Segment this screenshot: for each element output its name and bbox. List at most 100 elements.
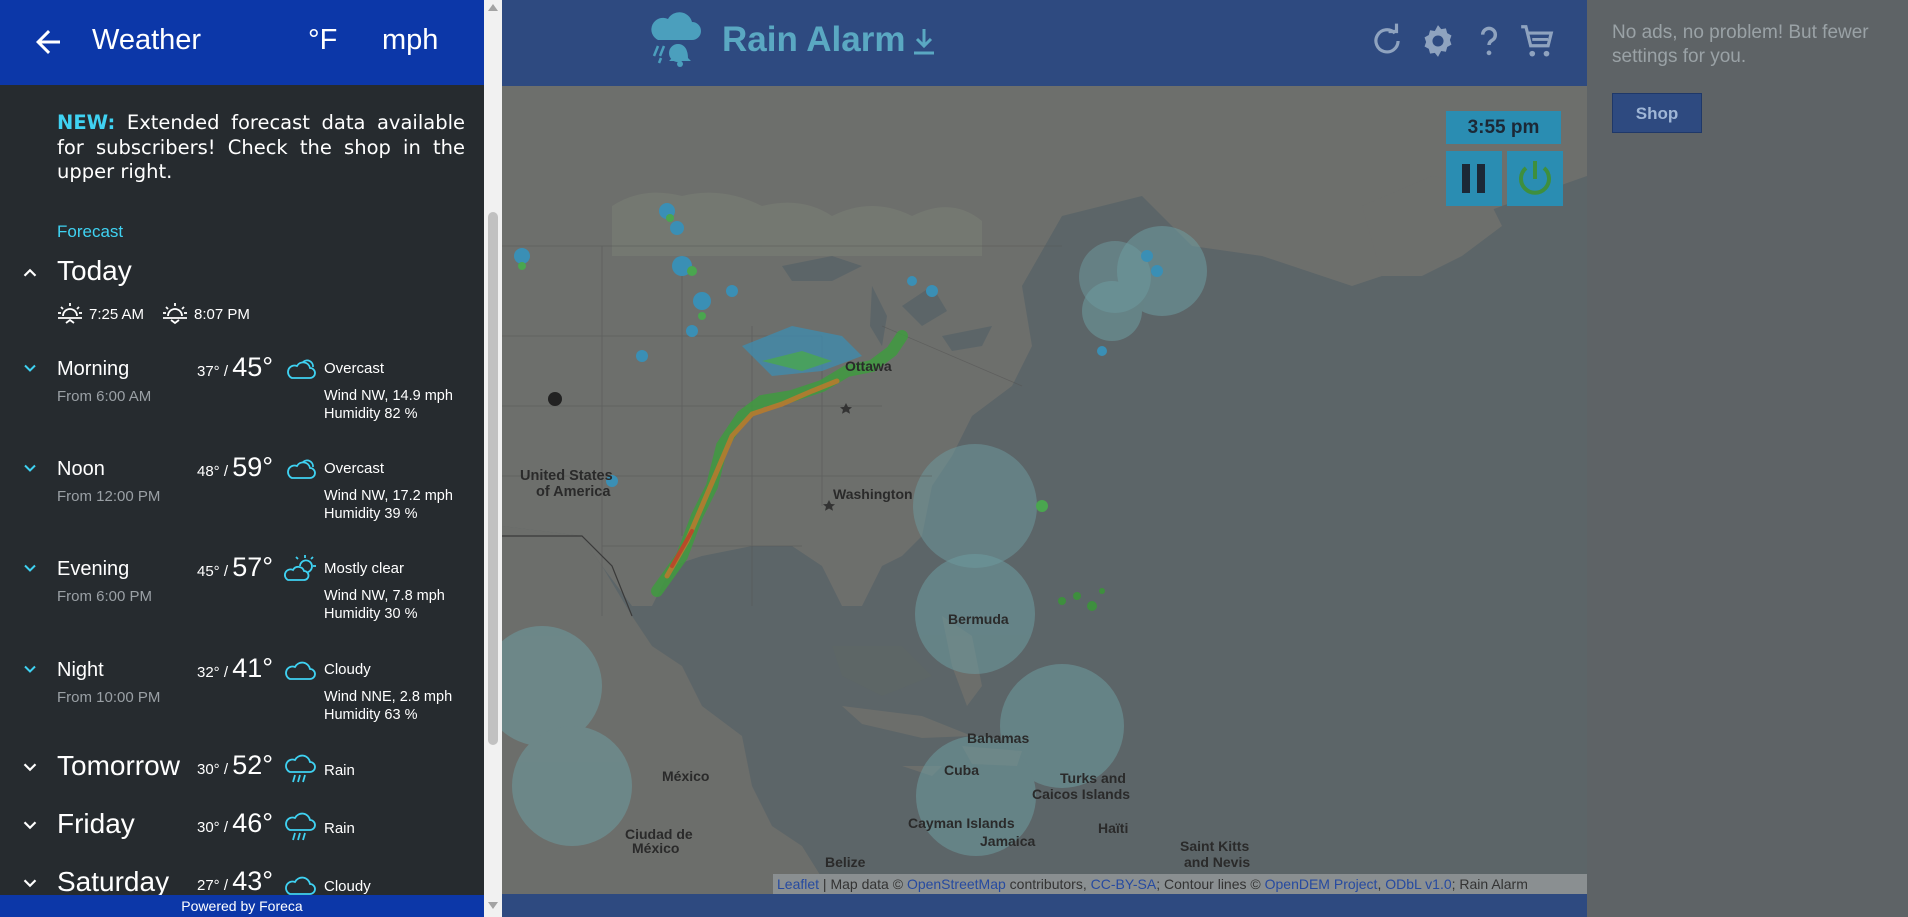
day-row-friday[interactable]: Friday 30° / 46° Rain <box>0 804 484 846</box>
period-name: Morning <box>57 358 130 380</box>
period-details: Wind NW, 7.8 mph Humidity 30 % <box>324 587 445 623</box>
power-toggle-button[interactable] <box>1507 151 1563 206</box>
rain-icon <box>283 754 317 784</box>
period-humidity: Humidity 39 % <box>324 506 418 522</box>
period-condition: Mostly clear <box>324 560 405 577</box>
chevron-down-icon <box>19 756 41 778</box>
period-temps: 37° / 45° <box>197 352 273 383</box>
period-name: Noon <box>57 458 105 480</box>
day-temps: 27° / 43° <box>197 866 273 897</box>
attribution-text: ; Contour lines © <box>1156 876 1265 892</box>
temp-low: 30° / <box>197 819 233 836</box>
panel-scrollbar[interactable] <box>484 0 502 917</box>
weather-header: Weather °F mph <box>0 0 484 85</box>
period-start: From 6:00 AM <box>57 388 152 405</box>
day-name: Friday <box>57 808 135 839</box>
temp-high: 59° <box>232 452 274 482</box>
day-row-tomorrow[interactable]: Tomorrow 30° / 52° Rain <box>0 746 484 788</box>
period-start: From 10:00 PM <box>57 689 161 706</box>
map-label-belize: Belize <box>825 854 866 870</box>
map-label-turks-line1: Turks and <box>1060 770 1126 786</box>
temp-low: 27° / <box>197 877 233 894</box>
notice-badge: NEW: <box>57 111 116 134</box>
map-label-haiti: Haïti <box>1098 820 1129 836</box>
attribution-text: | Map data © <box>819 876 907 892</box>
period-humidity: Humidity 30 % <box>324 606 418 622</box>
chevron-down-icon <box>20 659 40 679</box>
temp-low: 48° / <box>197 463 233 480</box>
rain-alarm-logo-icon <box>648 10 710 72</box>
map-label-bermuda: Bermuda <box>948 611 1009 627</box>
radar-map[interactable]: Ottawa Washington United States of Ameri… <box>502 86 1587 894</box>
subscriber-notice: NEW: Extended forecast data available fo… <box>57 111 465 185</box>
power-icon <box>1519 161 1551 195</box>
weather-panel: Weather °F mph NEW: Extended forecast da… <box>0 0 484 917</box>
mostly-clear-icon <box>283 554 317 584</box>
day-header-today[interactable]: Today <box>0 255 484 295</box>
map-label-bahamas: Bahamas <box>967 730 1030 746</box>
period-details: Wind NNE, 2.8 mph Humidity 63 % <box>324 688 452 724</box>
chevron-down-icon <box>19 872 41 894</box>
map-label-usa-line1: United States <box>520 468 613 484</box>
sunset-time: 8:07 PM <box>194 305 250 323</box>
sunrise-time: 7:25 AM <box>89 305 145 323</box>
osm-link[interactable]: OpenStreetMap <box>907 876 1006 892</box>
period-name: Evening <box>57 558 130 580</box>
map-label-usa-line2: of America <box>536 484 611 500</box>
no-ads-message: No ads, no problem! But fewer settings f… <box>1612 22 1869 67</box>
sunrise-icon <box>57 302 83 326</box>
notice-text: Extended forecast data available for sub… <box>57 111 465 183</box>
leaflet-link[interactable]: Leaflet <box>777 876 819 892</box>
back-arrow-icon[interactable] <box>30 24 66 60</box>
scroll-up-arrow-icon[interactable] <box>488 4 498 11</box>
shop-button[interactable]: Shop <box>1612 93 1702 133</box>
opendem-link[interactable]: OpenDEM Project <box>1265 876 1378 892</box>
map-label-ottawa: Ottawa <box>845 358 892 374</box>
period-evening[interactable]: Evening From 6:00 PM 45° / 57° Mostly cl… <box>0 552 484 651</box>
temp-high: 57° <box>232 552 274 582</box>
attribution-text: contributors, <box>1005 876 1091 892</box>
temp-high: 41° <box>232 653 274 683</box>
refresh-icon[interactable] <box>1368 22 1406 60</box>
shopping-cart-icon[interactable] <box>1518 22 1556 60</box>
temp-low: 30° / <box>197 761 233 778</box>
temp-low: 32° / <box>197 664 233 681</box>
temperature-unit-toggle[interactable]: °F <box>308 24 337 57</box>
map-label-stkitts-line1: Saint Kitts <box>1180 838 1250 854</box>
day-condition: Cloudy <box>324 878 371 895</box>
overcast-icon <box>283 354 317 384</box>
pause-button[interactable] <box>1446 151 1502 206</box>
temp-high: 52° <box>232 750 274 780</box>
temp-high: 43° <box>232 866 274 896</box>
odbl-link[interactable]: ODbL v1.0 <box>1385 876 1451 892</box>
map-label-mexico-city-line2: México <box>632 840 680 856</box>
app-title: Rain Alarm <box>722 20 906 59</box>
forecast-section-label: Forecast <box>57 222 124 241</box>
help-question-icon[interactable] <box>1470 22 1508 60</box>
download-icon[interactable] <box>910 26 938 58</box>
temp-low: 37° / <box>197 363 233 380</box>
period-condition: Overcast <box>324 360 385 377</box>
map-label-cuba: Cuba <box>944 762 979 778</box>
period-wind: Wind NW, 14.9 mph <box>324 388 453 404</box>
scrollbar-thumb[interactable] <box>488 212 498 745</box>
period-temps: 32° / 41° <box>197 653 273 684</box>
cc-by-sa-link[interactable]: CC-BY-SA <box>1091 876 1157 892</box>
map-label-turks-line2: Caicos Islands <box>1032 786 1131 802</box>
overcast-icon <box>283 454 317 484</box>
period-wind: Wind NNE, 2.8 mph <box>324 689 453 705</box>
powered-by-footer[interactable]: Powered by Foreca <box>0 895 484 917</box>
chevron-down-icon <box>20 458 40 478</box>
period-noon[interactable]: Noon From 12:00 PM 48° / 59° Overcast Wi… <box>0 452 484 551</box>
scroll-down-arrow-icon[interactable] <box>488 902 498 909</box>
day-name: Today <box>57 255 132 286</box>
radar-time-display: 3:55 pm <box>1446 111 1561 144</box>
period-morning[interactable]: Morning From 6:00 AM 37° / 45° Overcast … <box>0 352 484 451</box>
day-name: Tomorrow <box>57 750 180 781</box>
speed-unit-toggle[interactable]: mph <box>382 24 438 57</box>
period-condition: Cloudy <box>324 661 371 678</box>
period-night[interactable]: Night From 10:00 PM 32° / 41° Cloudy Win… <box>0 653 484 752</box>
period-details: Wind NW, 17.2 mph Humidity 39 % <box>324 487 453 523</box>
settings-gear-icon[interactable] <box>1419 22 1457 60</box>
period-name: Night <box>57 659 104 681</box>
